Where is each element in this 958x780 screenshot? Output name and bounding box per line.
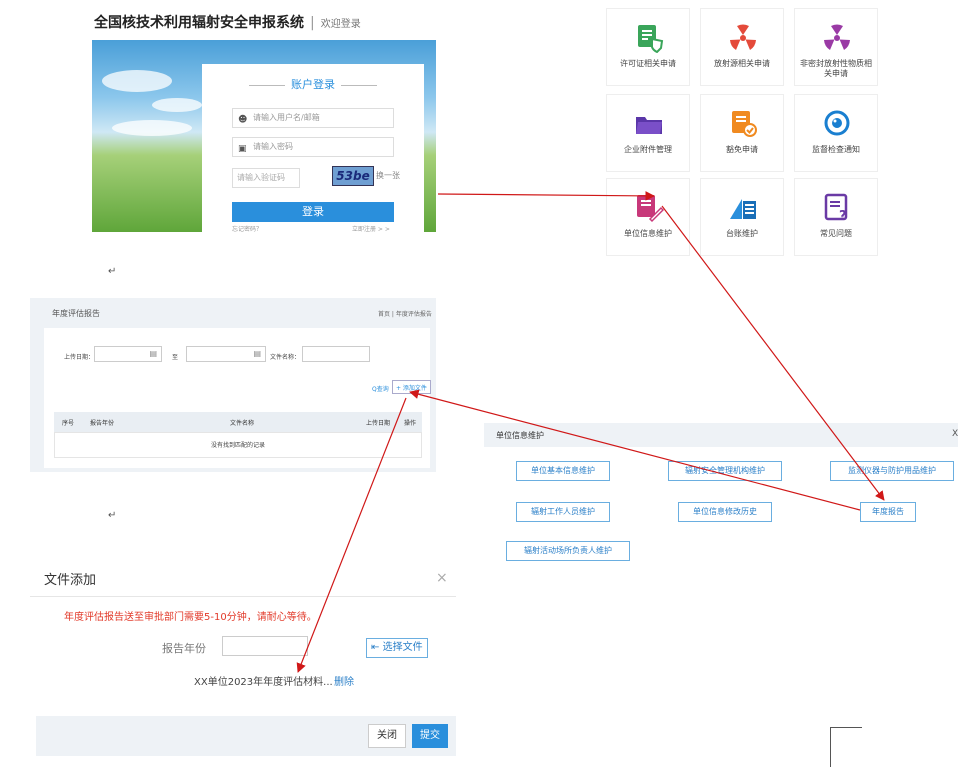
start-date-input[interactable]: ▤	[94, 346, 162, 362]
lock-icon: ▣	[238, 144, 247, 154]
col-upload-date: 上传日期	[366, 420, 391, 427]
tile-label: 豁免申请	[726, 145, 758, 154]
paragraph-mark: ↵	[108, 510, 117, 521]
to-label: 至	[172, 354, 179, 361]
svg-text:?: ?	[839, 209, 847, 223]
paragraph-mark: ↵	[108, 266, 117, 277]
captcha-image[interactable]: 53be	[332, 166, 374, 186]
faq-icon: ?	[824, 193, 848, 223]
login-box-title: 账户登录	[202, 76, 424, 92]
report-year-input[interactable]	[222, 636, 308, 656]
ledger-icon	[730, 199, 756, 219]
tile-radiation-source[interactable]: 放射源相关申请	[700, 8, 784, 86]
tile-ledger[interactable]: 台账维护	[700, 178, 784, 256]
login-box: 账户登录 ☻ 请输入用户名/邮箱 ▣ 请输入密码 请输入验证码 53be 换一张…	[202, 64, 424, 233]
arrow-annual-report-to-add-file	[409, 389, 861, 511]
col-file-name: 文件名称	[230, 420, 255, 427]
choose-file-label: 选择文件	[382, 642, 423, 653]
captcha-input[interactable]: 请输入验证码	[232, 168, 300, 188]
close-icon[interactable]: X	[952, 429, 958, 439]
unit-history-button[interactable]: 单位信息修改历史	[678, 502, 772, 522]
upload-icon: ⇤	[371, 642, 380, 653]
forgot-password-link[interactable]: 忘记密码？	[232, 224, 262, 233]
calendar-icon: ▤	[253, 349, 261, 358]
choose-file-button[interactable]: ⇤ 选择文件	[366, 638, 428, 658]
tile-label: 监督检查通知	[812, 145, 860, 154]
col-index: 序号	[62, 420, 75, 427]
breadcrumb[interactable]: 首页 | 年度评估报告	[378, 309, 432, 318]
tile-inspection[interactable]: 监督检查通知	[794, 94, 878, 172]
dialog-divider	[30, 596, 456, 597]
license-icon	[638, 25, 664, 53]
delete-file-link[interactable]: 删除	[334, 673, 354, 688]
unit-basic-info-button[interactable]: 单位基本信息维护	[516, 461, 610, 481]
annual-report-button[interactable]: 年度报告	[860, 502, 916, 522]
tile-faq[interactable]: ? 常见问题	[794, 178, 878, 256]
tile-label: 放射源相关申请	[714, 59, 770, 68]
tile-unit-info[interactable]: 单位信息维护	[606, 178, 690, 256]
eval-title: 年度评估报告	[52, 309, 100, 318]
end-date-input[interactable]: ▤	[186, 346, 266, 362]
eye-icon	[824, 110, 850, 136]
radiation-source-icon	[730, 24, 756, 50]
system-title: 全国核技术利用辐射安全申报系统 | 欢迎登录	[94, 12, 361, 32]
add-file-button[interactable]: + 添加文件	[392, 380, 431, 394]
radiation-material-icon	[824, 24, 850, 50]
username-input[interactable]: ☻ 请输入用户名/邮箱	[232, 108, 394, 128]
tile-exemption[interactable]: 豁免申请	[700, 94, 784, 172]
monitor-equipment-button[interactable]: 监测仪器与防护用品维护	[830, 461, 954, 481]
unit-info-header	[484, 423, 958, 447]
login-button[interactable]: 登录	[232, 202, 394, 222]
tile-radiation-material[interactable]: 非密封放射性物质相关申请	[794, 8, 878, 86]
page-corner-mark	[830, 727, 862, 767]
tile-label: 常见问题	[820, 229, 852, 238]
file-name-input[interactable]	[302, 346, 370, 362]
password-placeholder: 请输入密码	[253, 142, 293, 151]
username-placeholder: 请输入用户名/邮箱	[253, 113, 320, 122]
register-link[interactable]: 立即注册 > >	[352, 224, 390, 233]
unit-info-title: 单位信息维护	[496, 431, 544, 440]
table-header: 序号 报告年份 文件名称 上传日期 操作	[54, 412, 422, 432]
warning-text: 年度评估报告送至审批部门需要5-10分钟，请耐心等待。	[64, 612, 317, 623]
password-input[interactable]: ▣ 请输入密码	[232, 137, 394, 157]
tile-license[interactable]: 许可证相关申请	[606, 8, 690, 86]
tile-label: 许可证相关申请	[620, 59, 676, 68]
safety-org-button[interactable]: 辐射安全管理机构维护	[668, 461, 782, 481]
exemption-icon	[732, 111, 757, 137]
tile-label: 企业附件管理	[624, 145, 672, 154]
tile-attachment[interactable]: 企业附件管理	[606, 94, 690, 172]
calendar-icon: ▤	[149, 349, 157, 358]
welcome-text: 欢迎登录	[320, 19, 361, 30]
table-empty-row: 没有找到匹配的记录	[54, 432, 422, 458]
radiation-staff-button[interactable]: 辐射工作人员维护	[516, 502, 610, 522]
file-name-label: 文件名称：	[270, 354, 301, 361]
tile-label: 台账维护	[726, 229, 758, 238]
folder-icon	[636, 117, 662, 134]
upload-date-label: 上传日期：	[64, 354, 95, 361]
dialog-title: 文件添加	[44, 573, 97, 588]
tile-label: 非密封放射性物质相关申请	[800, 59, 872, 78]
submit-button[interactable]: 提交	[412, 724, 448, 748]
col-year: 报告年份	[90, 420, 115, 427]
tile-label: 单位信息维护	[624, 229, 672, 238]
system-name: 全国核技术利用辐射安全申报系统	[94, 15, 304, 31]
title-separator: |	[310, 15, 315, 31]
close-icon[interactable]: ×	[436, 570, 448, 586]
user-icon: ☻	[238, 115, 248, 125]
unit-info-icon	[637, 195, 664, 223]
col-action: 操作	[404, 420, 417, 427]
query-button[interactable]: Q查询	[372, 384, 389, 393]
captcha-refresh-link[interactable]: 换一张	[376, 170, 400, 181]
report-year-label: 报告年份	[162, 642, 206, 655]
uploaded-file-name: XX单位2023年年度评估材料...	[194, 677, 333, 688]
close-button[interactable]: 关闭	[368, 724, 406, 748]
site-manager-button[interactable]: 辐射活动场所负责人维护	[506, 541, 630, 561]
